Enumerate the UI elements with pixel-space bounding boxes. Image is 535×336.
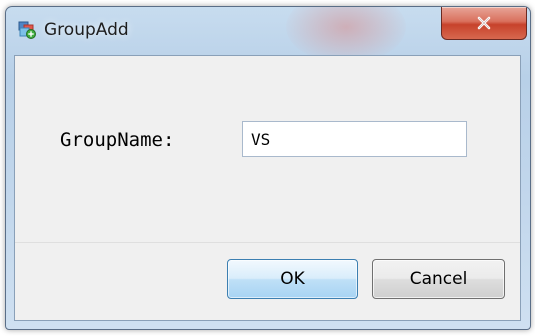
button-bar: OK Cancel xyxy=(15,242,520,320)
close-icon xyxy=(476,16,492,30)
title-bar[interactable]: GroupAdd xyxy=(6,7,530,63)
close-button[interactable] xyxy=(441,7,527,40)
group-name-input[interactable] xyxy=(242,121,467,157)
group-name-label: GroupName: xyxy=(60,129,175,151)
window-title: GroupAdd xyxy=(44,20,129,40)
group-add-dialog: GroupAdd GroupName: OK Cancel xyxy=(5,6,531,330)
cancel-button[interactable]: Cancel xyxy=(372,259,505,299)
ok-button[interactable]: OK xyxy=(227,259,358,299)
form-area: GroupName: xyxy=(15,56,520,243)
group-add-icon xyxy=(18,21,36,39)
dialog-client-area: GroupName: OK Cancel xyxy=(14,55,521,321)
